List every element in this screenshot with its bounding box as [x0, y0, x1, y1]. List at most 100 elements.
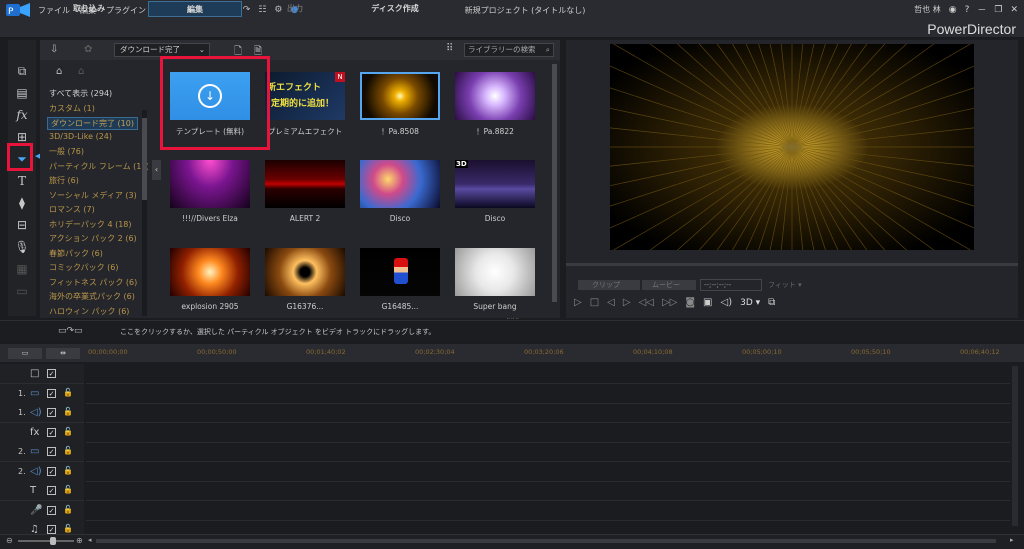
- close-button[interactable]: ✕: [1010, 5, 1018, 15]
- category-item[interactable]: ホリデーパック 4 (18): [49, 219, 132, 230]
- insert-mode-icon[interactable]: ▭↷▭: [58, 326, 83, 336]
- track-lock-icon[interactable]: 🔓: [63, 485, 73, 494]
- voice-over-icon[interactable]: 🎙: [13, 238, 31, 256]
- tab-produce[interactable]: 出力: [248, 1, 342, 17]
- tab-capture[interactable]: 取り込み: [42, 1, 136, 17]
- timeline-hscroll[interactable]: [96, 539, 996, 543]
- library-search-input[interactable]: ライブラリーの検索 ⌕: [464, 43, 554, 57]
- audio-mixing-icon[interactable]: ⊟: [13, 216, 31, 234]
- undock-icon[interactable]: ⧉: [768, 297, 775, 308]
- track-enable-checkbox[interactable]: ✓: [47, 466, 56, 476]
- particle-thumbnail[interactable]: [360, 160, 440, 208]
- grid-scrollbar[interactable]: [552, 64, 557, 302]
- account-icon[interactable]: ◉: [949, 5, 957, 15]
- timeline-vscroll[interactable]: [1012, 366, 1018, 526]
- import-icon[interactable]: ⇩: [50, 44, 58, 55]
- particle-thumbnail[interactable]: [265, 248, 345, 296]
- preview-seekbar[interactable]: [566, 263, 1018, 266]
- media-room-icon[interactable]: ⧉: [13, 62, 31, 80]
- track-lock-icon[interactable]: 🔓: [63, 388, 73, 397]
- particle-thumbnail[interactable]: [170, 248, 250, 296]
- particle-thumbnail[interactable]: [265, 160, 345, 208]
- fit-timeline-icon[interactable]: ⇹: [46, 348, 80, 359]
- track-lane[interactable]: [86, 403, 1010, 423]
- title-room-icon[interactable]: T: [13, 172, 31, 190]
- particle-thumbnail[interactable]: [455, 72, 535, 120]
- category-item[interactable]: アクション パック 2 (6): [49, 233, 137, 244]
- particle-thumbnail[interactable]: [360, 248, 440, 296]
- track-lock-icon[interactable]: 🔓: [63, 407, 73, 416]
- tag-remove-icon[interactable]: ⌂: [78, 66, 84, 77]
- category-scroll-thumb[interactable]: [142, 118, 147, 200]
- track-lock-icon[interactable]: 🔓: [63, 505, 73, 514]
- particle-thumbnail[interactable]: 新エフェクト 定期的に追加！ N: [265, 72, 345, 120]
- volume-icon[interactable]: ◁): [721, 297, 733, 308]
- track-lock-icon[interactable]: 🔓: [63, 466, 73, 475]
- track-lock-icon[interactable]: 🔓: [63, 524, 73, 533]
- particle-thumbnail[interactable]: [360, 72, 440, 120]
- category-item[interactable]: 旅行 (6): [49, 175, 79, 186]
- next-frame-icon[interactable]: ▷: [623, 297, 631, 308]
- subtitle-icon[interactable]: ▣: [703, 297, 712, 308]
- zoom-out-icon[interactable]: ⊖: [6, 536, 13, 545]
- zoom-slider-handle[interactable]: [50, 537, 56, 545]
- track-enable-checkbox[interactable]: ✓: [47, 505, 56, 515]
- category-item[interactable]: すべて表示 (294): [49, 88, 112, 99]
- play-icon[interactable]: ▷: [574, 297, 582, 308]
- zoom-fit-dropdown[interactable]: フィット ▾: [768, 280, 818, 290]
- track-enable-checkbox[interactable]: ✓: [47, 486, 56, 495]
- track-lane[interactable]: [86, 501, 1010, 521]
- grid-view-icon[interactable]: ⠿: [446, 43, 453, 54]
- zoom-in-icon[interactable]: ⊕: [76, 536, 83, 545]
- 3d-toggle[interactable]: 3D ▾: [740, 298, 760, 308]
- rewind-icon[interactable]: ◁◁: [639, 297, 654, 308]
- category-item[interactable]: コミックパック (6): [49, 262, 118, 273]
- transition-room-icon[interactable]: ⧫: [13, 194, 31, 212]
- track-lane[interactable]: [86, 423, 1010, 443]
- fast-forward-icon[interactable]: ▷▷: [662, 297, 677, 308]
- movie-mode-button[interactable]: ムービー: [642, 280, 696, 290]
- category-item[interactable]: ダウンロード完了 (10): [47, 117, 138, 130]
- track-lane[interactable]: [86, 481, 1010, 501]
- zoom-slider[interactable]: [18, 540, 74, 542]
- help-button[interactable]: ?: [965, 5, 970, 15]
- category-item[interactable]: 3D/3D-Like (24): [49, 132, 112, 141]
- particle-thumbnail[interactable]: [170, 160, 250, 208]
- track-lane[interactable]: [86, 442, 1010, 462]
- chapter-room-icon[interactable]: ▦: [13, 260, 31, 278]
- stop-icon[interactable]: □: [590, 297, 599, 308]
- track-lane[interactable]: [86, 384, 1010, 404]
- restore-button[interactable]: ❐: [994, 5, 1002, 15]
- tab-edit[interactable]: 編集: [148, 1, 242, 17]
- category-item[interactable]: パーティクル フレーム (15): [49, 161, 148, 172]
- clip-mode-button[interactable]: クリップ: [578, 280, 640, 290]
- category-item[interactable]: 海外の卒業式パック (6): [49, 291, 135, 302]
- track-manager-icon[interactable]: ▭: [8, 348, 42, 359]
- tab-disc[interactable]: ディスク作成: [348, 1, 442, 17]
- subtitle-room-icon[interactable]: ▭: [13, 282, 31, 300]
- category-item[interactable]: ハロウィン パック (6): [49, 306, 129, 317]
- template-room-icon[interactable]: ▤: [13, 84, 31, 102]
- plugins-icon[interactable]: ✿: [84, 44, 92, 55]
- timeline-ruler[interactable]: 00;00;00;00 00;00;50;00 00;01;40;02 00;02;3…: [86, 348, 1016, 362]
- track-enable-checkbox[interactable]: ✓: [47, 388, 56, 398]
- particle-thumbnail[interactable]: 3D: [455, 160, 535, 208]
- category-item[interactable]: 春節パック (6): [49, 248, 103, 259]
- minimize-button[interactable]: －: [977, 3, 986, 16]
- particle-thumbnail[interactable]: [455, 248, 535, 296]
- previous-frame-icon[interactable]: ◁: [607, 297, 615, 308]
- track-lock-icon[interactable]: 🔓: [63, 427, 73, 436]
- library-filter-dropdown[interactable]: ダウンロード完了 ⌄: [114, 43, 210, 57]
- category-item[interactable]: ロマンス (7): [49, 204, 95, 215]
- timecode-field[interactable]: --;--;--;--: [700, 279, 762, 291]
- category-item[interactable]: フィットネス パック (6): [49, 277, 137, 288]
- track-enable-checkbox[interactable]: ✓: [47, 427, 56, 437]
- track-enable-checkbox[interactable]: ✓: [47, 369, 56, 378]
- category-item[interactable]: 一般 (76): [49, 146, 84, 157]
- track-enable-checkbox[interactable]: ✓: [47, 447, 56, 456]
- scroll-left-icon[interactable]: ◂: [88, 536, 92, 544]
- category-item[interactable]: ソーシャル メディア (3): [49, 190, 137, 201]
- track-lock-icon[interactable]: 🔓: [63, 446, 73, 455]
- track-lane[interactable]: [86, 364, 1010, 384]
- scroll-right-icon[interactable]: ▸: [1010, 536, 1014, 544]
